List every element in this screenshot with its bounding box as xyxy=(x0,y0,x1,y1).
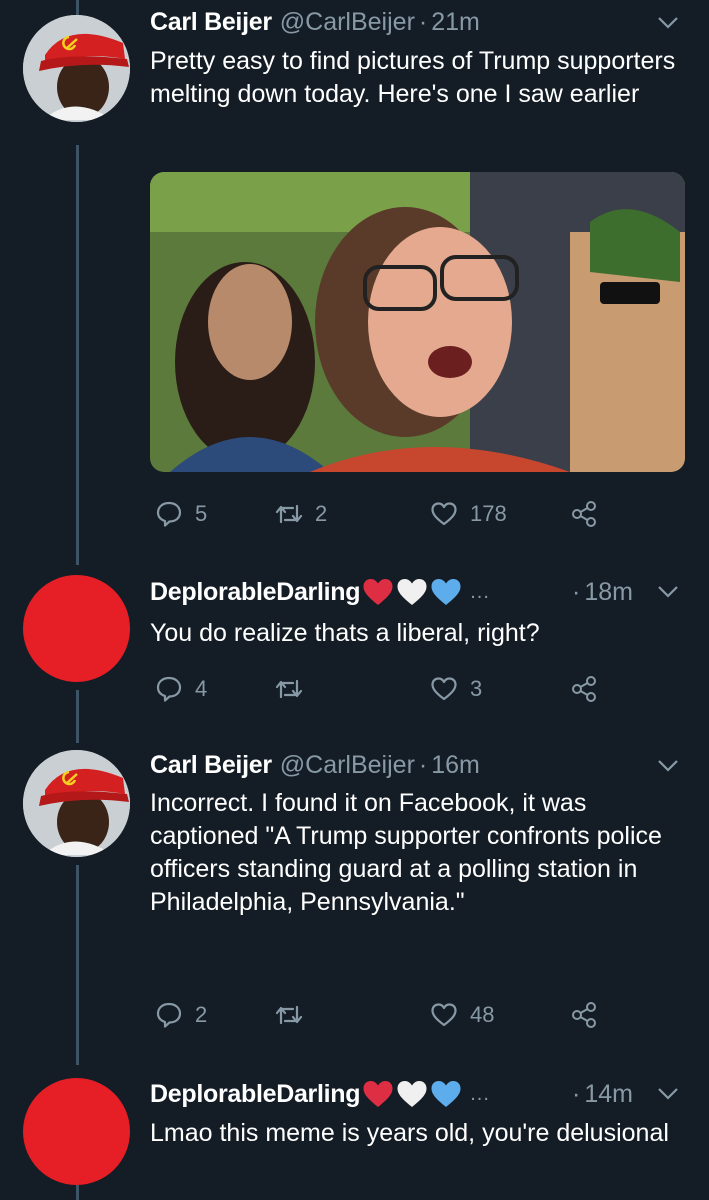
like-button[interactable]: 48 xyxy=(430,998,494,1032)
author-handle[interactable]: @CarlBeijer xyxy=(280,8,415,37)
tweet[interactable]: DeplorableDarling ... · 14m Lmao this me… xyxy=(0,1060,709,1200)
like-button[interactable]: 3 xyxy=(430,672,482,706)
retweet-button[interactable] xyxy=(275,998,303,1032)
avatar[interactable] xyxy=(23,750,130,857)
tweet[interactable]: Carl Beijer @CarlBeijer · 16m Incorrect.… xyxy=(0,740,709,1060)
emoji-hearts xyxy=(362,1079,462,1109)
separator: · xyxy=(572,577,581,606)
chevron-down-icon[interactable] xyxy=(657,1087,679,1101)
tweet-text: Pretty easy to find pictures of Trump su… xyxy=(150,47,676,108)
tweet-text: Incorrect. I found it on Facebook, it wa… xyxy=(150,789,662,916)
blue-heart-icon xyxy=(431,579,461,605)
tweet[interactable]: DeplorableDarling ... · 18m You do reali… xyxy=(0,560,709,740)
author-name[interactable]: DeplorableDarling xyxy=(150,578,361,607)
heart-icon xyxy=(431,502,457,526)
retweet-icon xyxy=(275,679,303,699)
timestamp[interactable]: 16m xyxy=(431,751,480,780)
separator: · xyxy=(418,750,428,779)
like-count: 48 xyxy=(470,1002,495,1027)
reply-icon xyxy=(156,676,182,702)
author-name[interactable]: Carl Beijer xyxy=(150,751,272,780)
heart-icon xyxy=(431,677,457,701)
author-name[interactable]: Carl Beijer xyxy=(150,8,272,37)
author-name[interactable]: DeplorableDarling xyxy=(150,1080,361,1109)
timestamp[interactable]: 18m xyxy=(584,578,633,607)
emoji-hearts xyxy=(362,577,462,607)
chevron-down-icon[interactable] xyxy=(657,759,679,773)
red-heart-icon xyxy=(363,1081,393,1107)
retweet-icon xyxy=(275,1005,303,1025)
like-button[interactable]: 178 xyxy=(430,497,507,531)
reply-count: 5 xyxy=(195,501,208,526)
red-heart-icon xyxy=(363,579,393,605)
author-handle[interactable]: @CarlBeijer xyxy=(280,751,415,780)
share-icon xyxy=(572,676,596,702)
retweet-button[interactable] xyxy=(275,672,303,706)
share-button[interactable] xyxy=(570,998,598,1032)
avatar[interactable] xyxy=(23,1078,130,1185)
retweet-button[interactable]: 2 xyxy=(275,497,327,531)
chevron-down-icon[interactable] xyxy=(657,585,679,599)
share-button[interactable] xyxy=(570,672,598,706)
white-heart-icon xyxy=(397,1081,427,1107)
timestamp[interactable]: 14m xyxy=(584,1080,633,1109)
truncation-ellipsis: ... xyxy=(470,580,490,603)
reply-count: 2 xyxy=(195,1002,208,1027)
avatar[interactable] xyxy=(23,15,130,122)
white-heart-icon xyxy=(397,579,427,605)
like-count: 178 xyxy=(470,501,507,526)
share-icon xyxy=(572,1002,596,1028)
tweet-media[interactable] xyxy=(150,172,685,472)
tweet-text: Lmao this meme is years old, you're delu… xyxy=(150,1119,669,1147)
share-button[interactable] xyxy=(570,497,598,531)
blue-heart-icon xyxy=(431,1081,461,1107)
like-count: 3 xyxy=(470,676,483,701)
separator: · xyxy=(572,1079,581,1108)
reply-icon xyxy=(156,1002,182,1028)
reply-button[interactable]: 5 xyxy=(155,497,207,531)
tweet[interactable]: Carl Beijer @CarlBeijer · 21m Pretty eas… xyxy=(0,0,709,560)
retweet-icon xyxy=(275,504,303,524)
reply-button[interactable]: 2 xyxy=(155,998,207,1032)
reply-button[interactable]: 4 xyxy=(155,672,207,706)
reply-count: 4 xyxy=(195,676,208,701)
separator: · xyxy=(418,7,428,36)
retweet-count: 2 xyxy=(315,501,328,526)
avatar[interactable] xyxy=(23,575,130,682)
tweet-text: You do realize thats a liberal, right? xyxy=(150,619,540,647)
chevron-down-icon[interactable] xyxy=(657,16,679,30)
timestamp[interactable]: 21m xyxy=(431,8,480,37)
truncation-ellipsis: ... xyxy=(470,1082,490,1105)
reply-icon xyxy=(156,501,182,527)
heart-icon xyxy=(431,1003,457,1027)
share-icon xyxy=(572,501,596,527)
